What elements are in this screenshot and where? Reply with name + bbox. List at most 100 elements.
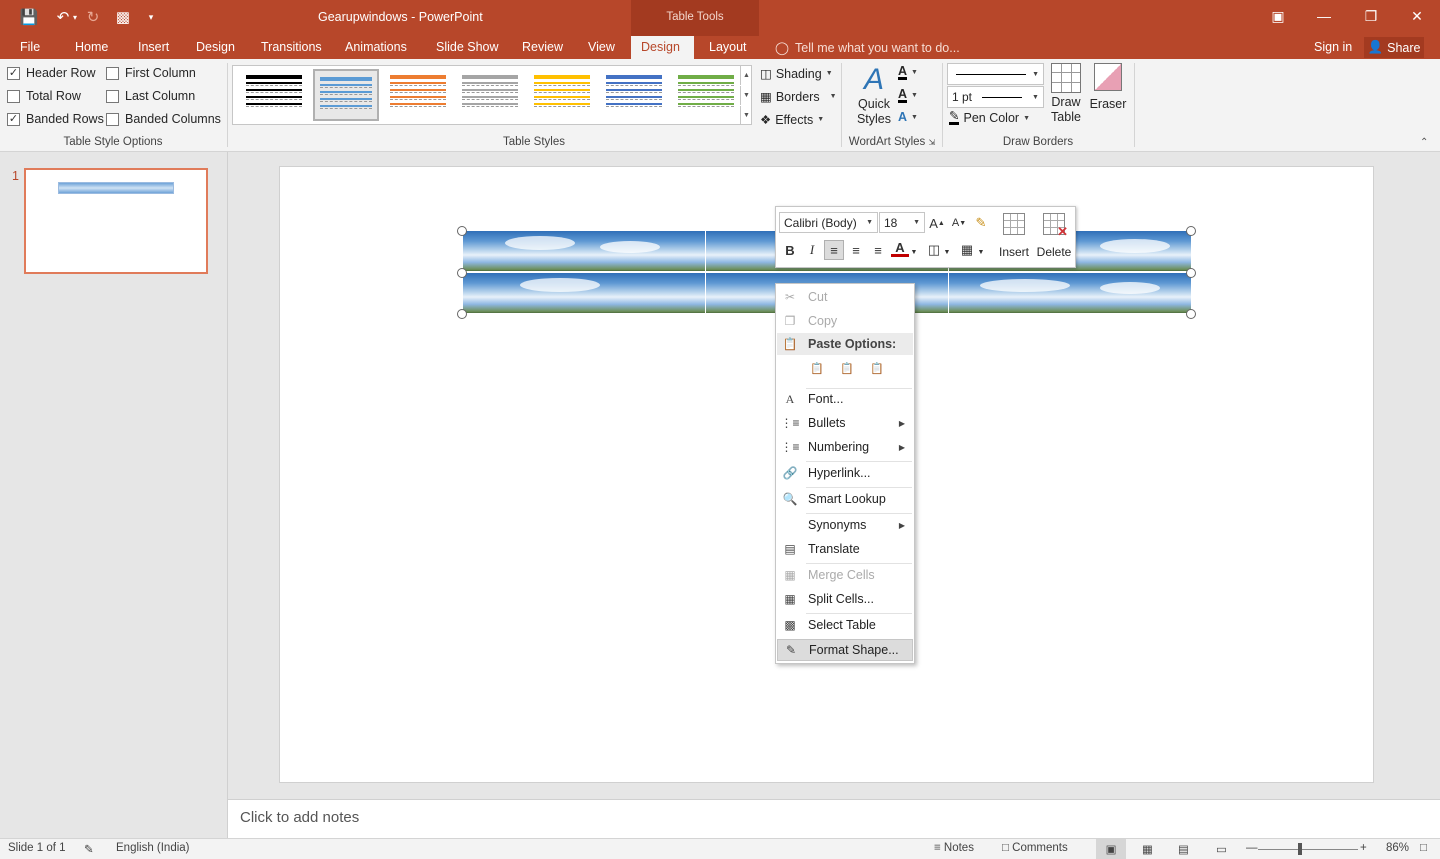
- zoom-thumb[interactable]: [1298, 843, 1302, 855]
- close-icon[interactable]: ✕: [1405, 6, 1429, 26]
- pen-weight-dropdown[interactable]: 1 pt ▼: [947, 86, 1044, 108]
- tell-me-box[interactable]: ◯ Tell me what you want to do...: [775, 40, 960, 56]
- font-name-box[interactable]: Calibri (Body) ▼: [779, 212, 878, 233]
- language-indicator[interactable]: English (India): [116, 842, 190, 854]
- shape-fill-icon[interactable]: ◫: [925, 241, 943, 259]
- table-style-swatch[interactable]: [601, 69, 667, 121]
- normal-view-icon[interactable]: ▣: [1096, 839, 1126, 859]
- italic-icon[interactable]: I: [803, 241, 821, 259]
- borders-button[interactable]: ▦ Borders ▼: [760, 89, 837, 105]
- resize-handle[interactable]: [1186, 309, 1196, 319]
- collapse-ribbon-icon[interactable]: ⌃: [1420, 137, 1428, 148]
- gallery-scroll-down-icon[interactable]: ▼: [740, 86, 752, 105]
- tab-file[interactable]: File: [20, 40, 40, 54]
- paste-keep-source-formatting-icon[interactable]: 📋: [836, 356, 858, 380]
- tab-home[interactable]: Home: [75, 40, 108, 54]
- menu-item-split-cells[interactable]: ▦ Split Cells...: [777, 588, 913, 610]
- gallery-more-icon[interactable]: ▼: [740, 106, 752, 125]
- bold-icon[interactable]: B: [781, 241, 799, 259]
- delete-button[interactable]: ✕ Delete: [1034, 209, 1074, 265]
- banded-columns-checkbox[interactable]: Banded Columns: [106, 112, 221, 126]
- tab-design[interactable]: Design: [196, 40, 235, 54]
- menu-item-translate[interactable]: ▤ Translate: [777, 538, 913, 560]
- menu-item-numbering[interactable]: ⋮≡ Numbering ▶: [777, 436, 913, 458]
- slide-sorter-icon[interactable]: ▦: [1142, 842, 1153, 856]
- start-from-beginning-icon[interactable]: ▩: [112, 7, 134, 27]
- save-icon[interactable]: 💾: [18, 7, 40, 27]
- resize-handle[interactable]: [457, 226, 467, 236]
- zoom-out-icon[interactable]: —: [1246, 842, 1258, 854]
- resize-handle[interactable]: [457, 309, 467, 319]
- tab-animations[interactable]: Animations: [345, 40, 407, 54]
- table-style-swatch[interactable]: [241, 69, 307, 121]
- draw-table-button[interactable]: Draw Table: [1046, 63, 1086, 125]
- insert-button[interactable]: Insert: [994, 209, 1034, 265]
- table-style-swatch[interactable]: [529, 69, 595, 121]
- menu-item-bullets[interactable]: ⋮≡ Bullets ▶: [777, 412, 913, 434]
- effects-button[interactable]: ❖ Effects ▼: [760, 112, 824, 128]
- tab-transitions[interactable]: Transitions: [261, 40, 322, 54]
- fit-slide-icon[interactable]: □: [1420, 842, 1427, 854]
- table-cell[interactable]: [949, 273, 1191, 313]
- tab-table-design[interactable]: Design: [631, 36, 694, 59]
- undo-dropdown-icon[interactable]: ▾: [70, 7, 80, 27]
- minimize-icon[interactable]: —: [1312, 6, 1336, 26]
- paste-keep-text-only-icon[interactable]: 📋: [866, 356, 888, 380]
- slide-show-icon[interactable]: ▭: [1216, 842, 1227, 856]
- tab-review[interactable]: Review: [522, 40, 563, 54]
- decrease-font-icon[interactable]: A ▼: [950, 214, 968, 232]
- menu-item-smart-lookup[interactable]: 🔍 Smart Lookup: [777, 488, 913, 510]
- increase-font-icon[interactable]: A ▲: [928, 214, 946, 232]
- notes-toggle[interactable]: ≡ Notes: [934, 842, 974, 854]
- dropdown-arrow-icon[interactable]: ▼: [976, 243, 986, 261]
- font-size-box[interactable]: 18 ▼: [879, 212, 925, 233]
- table-style-swatch[interactable]: [673, 69, 739, 121]
- menu-item-font[interactable]: A Font...: [777, 388, 913, 410]
- pen-color-button[interactable]: ✎ Pen Color ▼: [949, 110, 1030, 125]
- total-row-checkbox[interactable]: Total Row: [7, 89, 81, 103]
- menu-item-select-table[interactable]: ▩ Select Table: [777, 614, 913, 636]
- header-row-checkbox[interactable]: ✓ Header Row: [7, 66, 95, 80]
- reading-view-icon[interactable]: ▤: [1178, 842, 1189, 856]
- format-painter-icon[interactable]: ✎: [972, 214, 990, 232]
- menu-item-hyperlink[interactable]: 🔗 Hyperlink...: [777, 462, 913, 484]
- tab-slide-show[interactable]: Slide Show: [436, 40, 499, 54]
- spelling-check-icon[interactable]: ✎: [84, 842, 94, 856]
- font-color-icon[interactable]: A: [891, 240, 909, 257]
- resize-handle[interactable]: [457, 268, 467, 278]
- banded-rows-checkbox[interactable]: ✓ Banded Rows: [7, 112, 104, 126]
- text-fill-button[interactable]: A ▼: [898, 65, 918, 80]
- shading-button[interactable]: ◫ Shading ▼: [760, 66, 833, 82]
- restore-icon[interactable]: ❐: [1359, 6, 1383, 26]
- gallery-scroll-up-icon[interactable]: ▲: [740, 66, 752, 85]
- first-column-checkbox[interactable]: First Column: [106, 66, 196, 80]
- eraser-button[interactable]: Eraser: [1088, 63, 1128, 112]
- menu-item-format-shape[interactable]: ✎ Format Shape...: [777, 639, 913, 661]
- comments-toggle[interactable]: □ Comments: [1002, 842, 1068, 854]
- table-cell[interactable]: [463, 231, 705, 271]
- sign-in-link[interactable]: Sign in: [1314, 40, 1352, 54]
- menu-item-synonyms[interactable]: Synonyms ▶: [777, 514, 913, 536]
- notes-pane[interactable]: Click to add notes: [228, 799, 1440, 838]
- text-outline-button[interactable]: A ▼: [898, 88, 918, 103]
- table-style-swatch[interactable]: [313, 69, 379, 121]
- tab-view[interactable]: View: [588, 40, 615, 54]
- zoom-level[interactable]: 86%: [1386, 842, 1409, 854]
- slide-thumbnail[interactable]: [24, 168, 208, 274]
- paste-use-destination-theme-icon[interactable]: 📋: [806, 356, 828, 380]
- borders-mini-icon[interactable]: ▦: [958, 241, 976, 259]
- dropdown-arrow-icon[interactable]: ▼: [909, 243, 919, 261]
- align-right-icon[interactable]: ≡: [869, 241, 887, 259]
- dropdown-arrow-icon[interactable]: ▼: [942, 243, 952, 261]
- table-style-swatch[interactable]: [457, 69, 523, 121]
- customize-qat-icon[interactable]: ▾: [140, 7, 162, 27]
- dialog-launcher-icon[interactable]: ⇲: [928, 138, 935, 147]
- pen-style-dropdown[interactable]: ▼: [947, 63, 1044, 85]
- resize-handle[interactable]: [1186, 268, 1196, 278]
- quick-styles-button[interactable]: A Quick Styles: [852, 63, 896, 127]
- ribbon-display-options-icon[interactable]: ▣: [1266, 6, 1290, 26]
- text-effects-button[interactable]: A ▼: [898, 110, 918, 124]
- align-left-icon[interactable]: ≡: [824, 240, 844, 260]
- table-style-swatch[interactable]: [385, 69, 451, 121]
- zoom-in-icon[interactable]: +: [1360, 842, 1367, 854]
